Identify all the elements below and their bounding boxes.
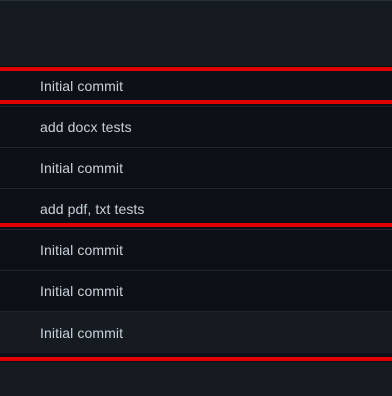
commit-message[interactable]: Initial commit: [40, 242, 123, 258]
commit-row[interactable]: add docx tests: [0, 107, 392, 148]
highlight-rule: [0, 67, 392, 71]
commit-message[interactable]: Initial commit: [40, 160, 123, 176]
commit-message[interactable]: Initial commit: [40, 78, 123, 94]
commit-message[interactable]: Initial commit: [40, 325, 123, 341]
highlight-rule: [0, 100, 392, 104]
header-band: [0, 0, 392, 66]
commit-row[interactable]: Initial commit: [0, 271, 392, 312]
commit-row[interactable]: Initial commit: [0, 312, 392, 353]
footer-band: [0, 362, 392, 396]
commit-row[interactable]: Initial commit: [0, 148, 392, 189]
highlight-rule: [0, 357, 392, 361]
commit-list: Initial commit add docx tests Initial co…: [0, 66, 392, 362]
commit-row[interactable]: Initial commit: [0, 230, 392, 271]
commit-message[interactable]: add docx tests: [40, 119, 132, 135]
commit-message[interactable]: Initial commit: [40, 283, 123, 299]
commit-message[interactable]: add pdf, txt tests: [40, 201, 145, 217]
highlight-rule: [0, 223, 392, 227]
